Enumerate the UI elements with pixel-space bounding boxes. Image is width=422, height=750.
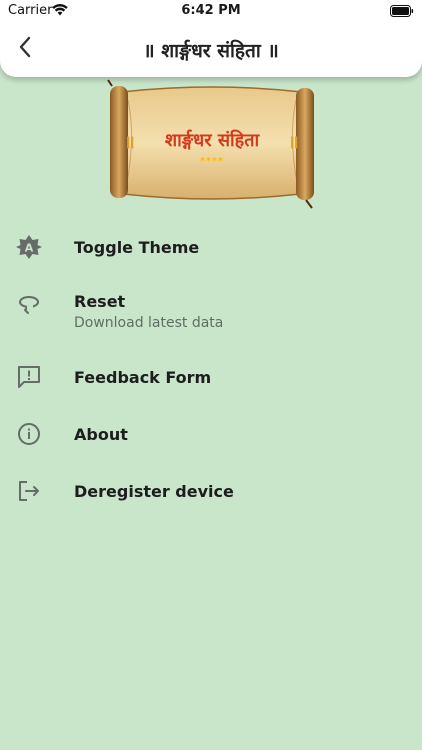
menu-item-reset[interactable]: Reset Download latest data bbox=[0, 286, 422, 336]
menu-item-label: Reset bbox=[74, 292, 126, 311]
menu-item-subtitle: Download latest data bbox=[74, 315, 224, 331]
chevron-left-icon bbox=[18, 36, 32, 62]
menu-item-label: About bbox=[74, 425, 128, 444]
banner-title: शार्ङ्गधर संहिता bbox=[164, 130, 260, 151]
scroll-banner: ॥ शार्ङ्गधर संहिता ॥ **** bbox=[106, 78, 318, 210]
logout-icon bbox=[16, 478, 42, 504]
menu-item-label: Toggle Theme bbox=[74, 238, 200, 257]
banner-right-mark: ॥ bbox=[288, 132, 299, 153]
page-title: ॥ शार्ङ्गधर संहिता ॥ bbox=[143, 40, 279, 62]
menu-item-label: Deregister device bbox=[74, 482, 234, 501]
status-bar: Carrier 6:42 PM bbox=[0, 0, 422, 22]
app-header: Carrier 6:42 PM ॥ शार्ङ्गधर संहिता ॥ bbox=[0, 0, 422, 77]
info-icon bbox=[16, 421, 42, 447]
menu-item-deregister-device[interactable]: Deregister device bbox=[0, 474, 422, 510]
menu-item-label: Feedback Form bbox=[74, 368, 212, 387]
status-time: 6:42 PM bbox=[181, 3, 241, 18]
battery-icon bbox=[390, 5, 414, 21]
back-button[interactable] bbox=[10, 34, 40, 64]
brightness-auto-icon: A bbox=[16, 234, 42, 260]
feedback-icon bbox=[16, 364, 42, 390]
reset-icon bbox=[16, 290, 42, 316]
banner-stars: **** bbox=[200, 156, 224, 167]
svg-text:A: A bbox=[25, 242, 34, 255]
menu-item-toggle-theme[interactable]: A Toggle Theme bbox=[0, 218, 422, 276]
menu-item-about[interactable]: About bbox=[0, 417, 422, 453]
menu-item-feedback-form[interactable]: Feedback Form bbox=[0, 360, 422, 396]
